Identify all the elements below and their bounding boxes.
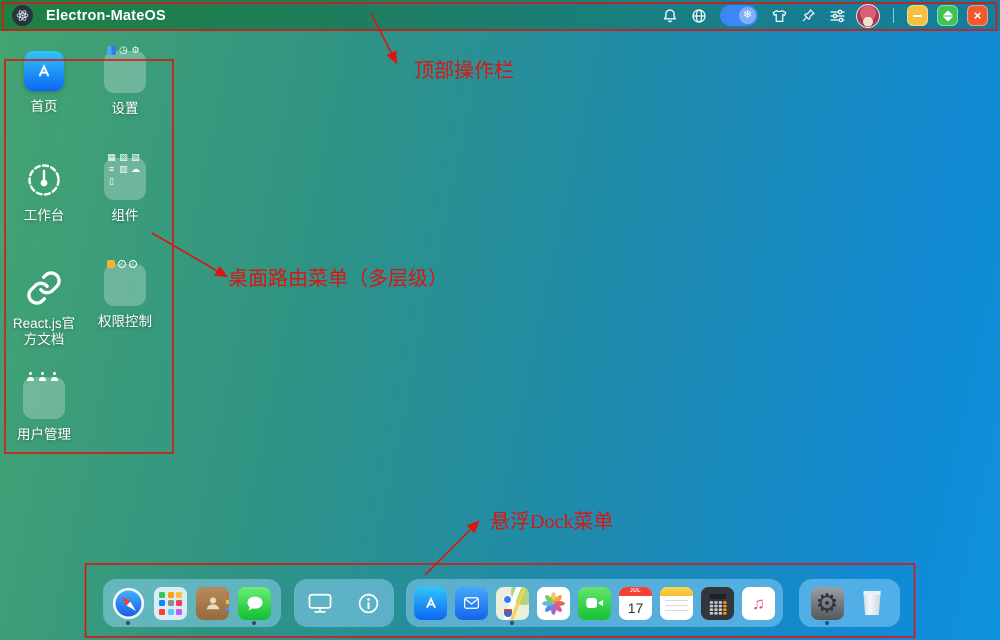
desktop-item-react-docs[interactable]: React.js官方文档 bbox=[2, 268, 86, 348]
list-mini-icon: ≡ bbox=[108, 164, 115, 174]
desktop-item-label: 工作台 bbox=[23, 208, 65, 223]
user-mini-icon bbox=[26, 372, 35, 381]
user-mini-icon bbox=[50, 372, 59, 381]
calendar-month: JUL bbox=[619, 586, 652, 596]
key-mini-icon bbox=[107, 260, 115, 268]
user-mini-icon bbox=[38, 372, 47, 381]
shield-check-mini-icon: ✓ bbox=[129, 260, 137, 268]
desktop-item-components[interactable]: ▦ ▨ ▧ ≡ ▥ ☁ ▯ 组件 bbox=[83, 153, 167, 224]
music-note-icon: ♫ bbox=[752, 593, 765, 613]
desktop-item-label: 设置 bbox=[111, 101, 139, 116]
desktop-item-workbench[interactable]: 工作台 bbox=[2, 160, 86, 224]
dock-group-4: ⚙ bbox=[799, 579, 900, 627]
dock-group-3: JUL 17 ♫ bbox=[406, 579, 783, 627]
annotation-dock-label: 悬浮Dock菜单 bbox=[490, 511, 614, 533]
users-folder-icon bbox=[23, 372, 65, 419]
image-mini-icon: ▨ bbox=[119, 152, 128, 162]
dock-group-2 bbox=[294, 579, 394, 627]
close-button[interactable]: × bbox=[967, 5, 988, 26]
settings-folder-icon: ◷ ⚙ bbox=[104, 46, 146, 93]
permissions-folder-icon: ✓ ✓ bbox=[104, 260, 146, 306]
desktop-item-user-management[interactable]: 用户管理 bbox=[2, 372, 86, 443]
settings-sliders-icon[interactable] bbox=[827, 6, 847, 26]
running-indicator bbox=[510, 621, 514, 625]
dock-info-icon[interactable] bbox=[352, 587, 385, 620]
desktop-item-label: 权限控制 bbox=[98, 314, 152, 329]
dock-facetime-icon[interactable] bbox=[578, 586, 611, 620]
app-logo-icon[interactable] bbox=[12, 5, 33, 26]
desktop-item-settings[interactable]: ◷ ⚙ 设置 bbox=[83, 46, 167, 117]
running-indicator bbox=[126, 621, 130, 625]
annotation-topbar-label: 顶部操作栏 bbox=[414, 60, 514, 82]
dock-trash-icon[interactable] bbox=[856, 587, 889, 620]
desktop-item-label: 组件 bbox=[111, 208, 139, 223]
minimize-icon bbox=[913, 14, 922, 17]
dock-mail-icon[interactable] bbox=[455, 586, 488, 620]
shield-check-mini-icon: ✓ bbox=[118, 260, 126, 268]
desktop-item-label: 首页 bbox=[30, 99, 58, 114]
dock-calculator-icon[interactable] bbox=[701, 586, 734, 620]
grid-mini-icon: ▥ bbox=[119, 164, 128, 174]
gear-icon: ⚙ bbox=[815, 587, 839, 618]
running-indicator bbox=[825, 621, 829, 625]
close-icon: × bbox=[973, 7, 982, 23]
table-mini-icon: ▦ bbox=[107, 152, 116, 162]
window-title: Electron-MateOS bbox=[46, 7, 166, 24]
dock-photos-icon[interactable] bbox=[537, 586, 570, 620]
dashboard-gauge-icon bbox=[24, 160, 64, 200]
desktop-item-label: 用户管理 bbox=[17, 427, 71, 442]
gear-mini-icon: ⚙ bbox=[131, 45, 140, 55]
dock-launchpad-icon[interactable] bbox=[154, 586, 187, 620]
language-globe-icon[interactable] bbox=[689, 6, 709, 26]
snowflake-toggle[interactable]: ❄ bbox=[720, 5, 758, 26]
dock-maps-icon[interactable] bbox=[496, 586, 529, 620]
topbar-divider bbox=[893, 8, 894, 23]
components-folder-icon: ▦ ▨ ▧ ≡ ▥ ☁ ▯ bbox=[104, 153, 146, 200]
minimize-button[interactable] bbox=[907, 5, 928, 26]
notification-bell-icon[interactable] bbox=[660, 6, 680, 26]
dock-appstore-icon[interactable] bbox=[414, 586, 447, 620]
user-avatar[interactable] bbox=[856, 3, 880, 28]
topbar: Electron-MateOS ❄ × bbox=[0, 0, 1000, 31]
trash-bin-icon bbox=[863, 591, 881, 615]
dock-notes-icon[interactable] bbox=[660, 586, 693, 620]
dock-calendar-icon[interactable]: JUL 17 bbox=[619, 586, 652, 620]
panel-mini-icon: ▧ bbox=[131, 152, 140, 162]
desktop-screen: Electron-MateOS ❄ × 首页 ◷ ⚙ 设置 工作台 ▦ ▨ ▧ … bbox=[0, 0, 1000, 640]
dock-system-preferences-icon[interactable]: ⚙ bbox=[810, 586, 844, 620]
maximize-icon bbox=[941, 9, 954, 22]
topbar-actions: ❄ × bbox=[660, 3, 988, 28]
dock-music-icon[interactable]: ♫ bbox=[742, 586, 775, 620]
appstore-icon bbox=[24, 51, 64, 91]
dock-messages-icon[interactable] bbox=[238, 586, 271, 620]
clock-mini-icon: ◷ bbox=[119, 45, 128, 56]
dock-safari-icon[interactable] bbox=[112, 587, 145, 620]
dock-contacts-icon[interactable] bbox=[196, 586, 229, 620]
desktop-item-permissions[interactable]: ✓ ✓ 权限控制 bbox=[83, 260, 167, 330]
document-mini-icon: ▯ bbox=[109, 176, 114, 186]
theme-tshirt-icon[interactable] bbox=[769, 6, 789, 26]
desktop-item-home[interactable]: 首页 bbox=[2, 51, 86, 115]
finder-mini-icon bbox=[107, 46, 116, 55]
dock-display-icon[interactable] bbox=[303, 587, 336, 620]
maximize-button[interactable] bbox=[937, 5, 958, 26]
cloud-mini-icon: ☁ bbox=[131, 164, 140, 174]
dock-group-1 bbox=[103, 579, 281, 627]
running-indicator bbox=[252, 621, 256, 625]
pin-icon[interactable] bbox=[798, 6, 818, 26]
annotation-desktop-menu-label: 桌面路由菜单（多层级） bbox=[228, 268, 448, 290]
calendar-day: 17 bbox=[627, 599, 644, 616]
snowflake-icon: ❄ bbox=[739, 7, 756, 24]
desktop-item-label: React.js官方文档 bbox=[12, 316, 76, 347]
link-icon bbox=[24, 268, 64, 308]
